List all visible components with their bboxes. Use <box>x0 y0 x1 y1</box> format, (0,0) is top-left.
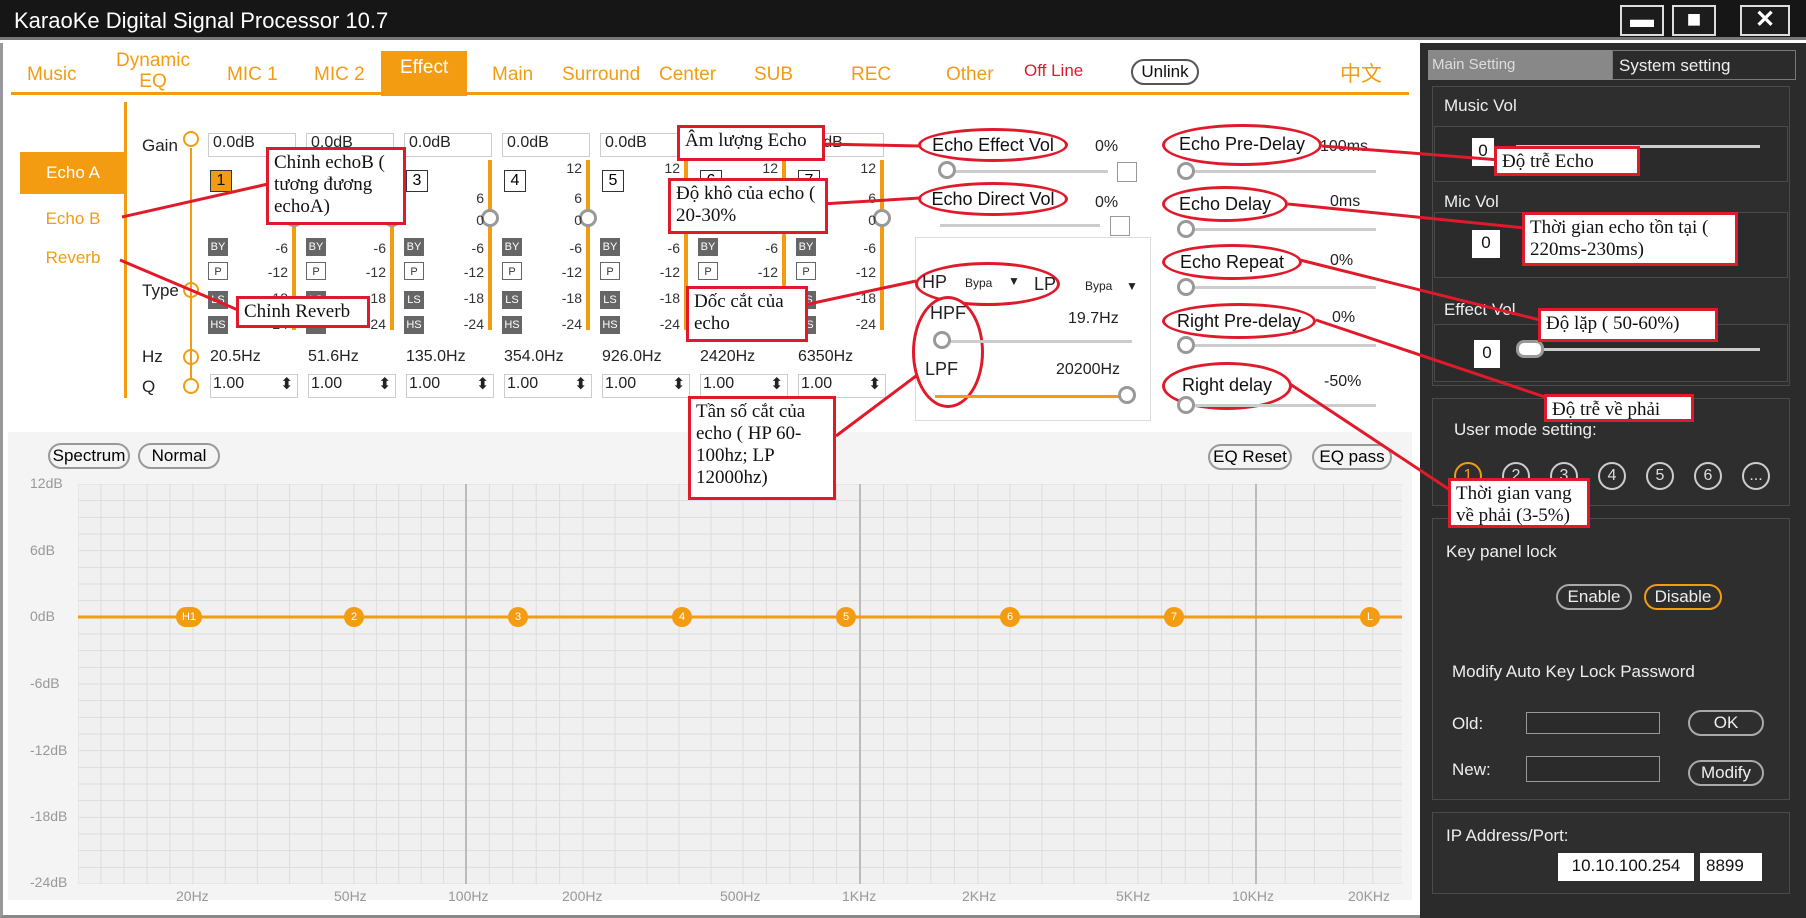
annotation-echo-volume: Âm lượng Echo <box>677 125 825 161</box>
annotation-repeat: Độ lặp ( 50-60%) <box>1538 308 1718 342</box>
annotation-pre-delay: Độ trễ Echo <box>1494 146 1640 176</box>
annotation-echo-delay: Thời gian echo tồn tại ( 220ms-230ms) <box>1522 212 1738 266</box>
annotation-echob: Chỉnh echoB ( tương đương echoA) <box>266 147 406 225</box>
annotation-right-delay: Thời gian vang về phải (3-5%) <box>1448 478 1590 528</box>
annotation-cutoff: Tần số cắt của echo ( HP 60-100hz; LP 12… <box>688 396 836 500</box>
annotation-echo-dry: Độ khô của echo ( 20-30% <box>668 178 828 234</box>
annotation-right-pre: Độ trễ về phải <box>1544 394 1694 422</box>
annotation-reverb: Chỉnh Reverb <box>236 296 370 328</box>
annotation-slope: Dốc cắt của echo <box>686 286 808 342</box>
annotation-lines <box>119 142 1549 492</box>
